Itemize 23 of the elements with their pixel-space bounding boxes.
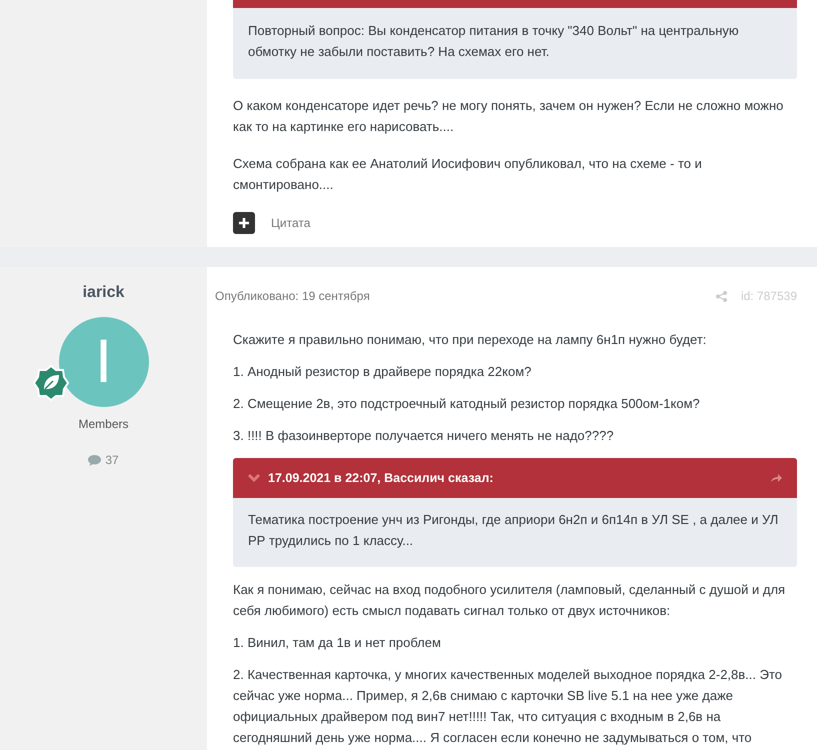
quote-text: Тематика построение унч из Ригонды, где априори 6н2п и 6п14п в УЛ SE , а далее и УЛ РР трудились по 1 классу... [233, 498, 797, 567]
share-icon[interactable] [716, 290, 727, 302]
post-paragraph: 2. Качественная карточка, у многих качественных моделей выходное порядка 2-2,8в... Это сейчас уже норма... Пример, я 2,6в снимаю с карточки SB live 5.1 на нее уже даже официальных драйвером под вин7 нет!!!!! Так, что ситуация с входным в 2,6в на сегодняшний день уже норма.... Я согласен если конечно не задумываться о том, что [233, 666, 784, 747]
post-paragraph: 1. Винил, там да 1в и нет проблем [233, 634, 442, 652]
leaf-badge-icon [32, 365, 68, 401]
plus-icon[interactable] [233, 212, 255, 234]
post-paragraph: Схема собрана как ее Анатолий Иосифович опубликовал, что на схеме - то и смонтировано.... [233, 155, 703, 194]
post-paragraph: 2. Смещение 2в, это подстроечный катодный резистор порядка 500ом-1ком? [233, 395, 701, 413]
comment-icon [88, 454, 102, 466]
chevron-down-icon[interactable] [248, 474, 260, 482]
quote-button[interactable]: Цитата [271, 214, 310, 232]
author-name[interactable]: iarick [82, 281, 124, 305]
post-paragraph: 3. !!!! В фазоинверторе получается ничего менять не надо???? [233, 427, 615, 445]
forward-arrow-icon[interactable] [770, 473, 782, 483]
post-count: 37 [105, 452, 119, 469]
quote-text: Повторный вопрос: Вы конденсатор питания в точку "340 Вольт" на центральную обмотку не забыли поставить? На схемах его нет. [233, 8, 797, 79]
quote-author: 17.09.2021 в 22:07, Вассилич сказал: [268, 470, 494, 487]
post-paragraph: 1. Анодный резистор в драйвере порядка 22ком? [233, 363, 532, 381]
post-date: Опубликовано: 19 сентября [215, 288, 371, 305]
post-paragraph: Скажите я правильно понимаю, что при переходе на лампу 6н1п нужно будет: [233, 331, 708, 349]
post-paragraph: Как я понимаю, сейчас на вход подобного усилителя (ламповый, сделанный с душой и для себя любимого) есть смысл подавать сигнал только от двух источников: [233, 581, 786, 620]
post-paragraph: О каком конденсаторе идет речь? не могу понять, зачем он нужен? Если не сложно можно как то на картинке его нарисовать.... [233, 97, 784, 136]
member-group: Members [78, 415, 128, 433]
